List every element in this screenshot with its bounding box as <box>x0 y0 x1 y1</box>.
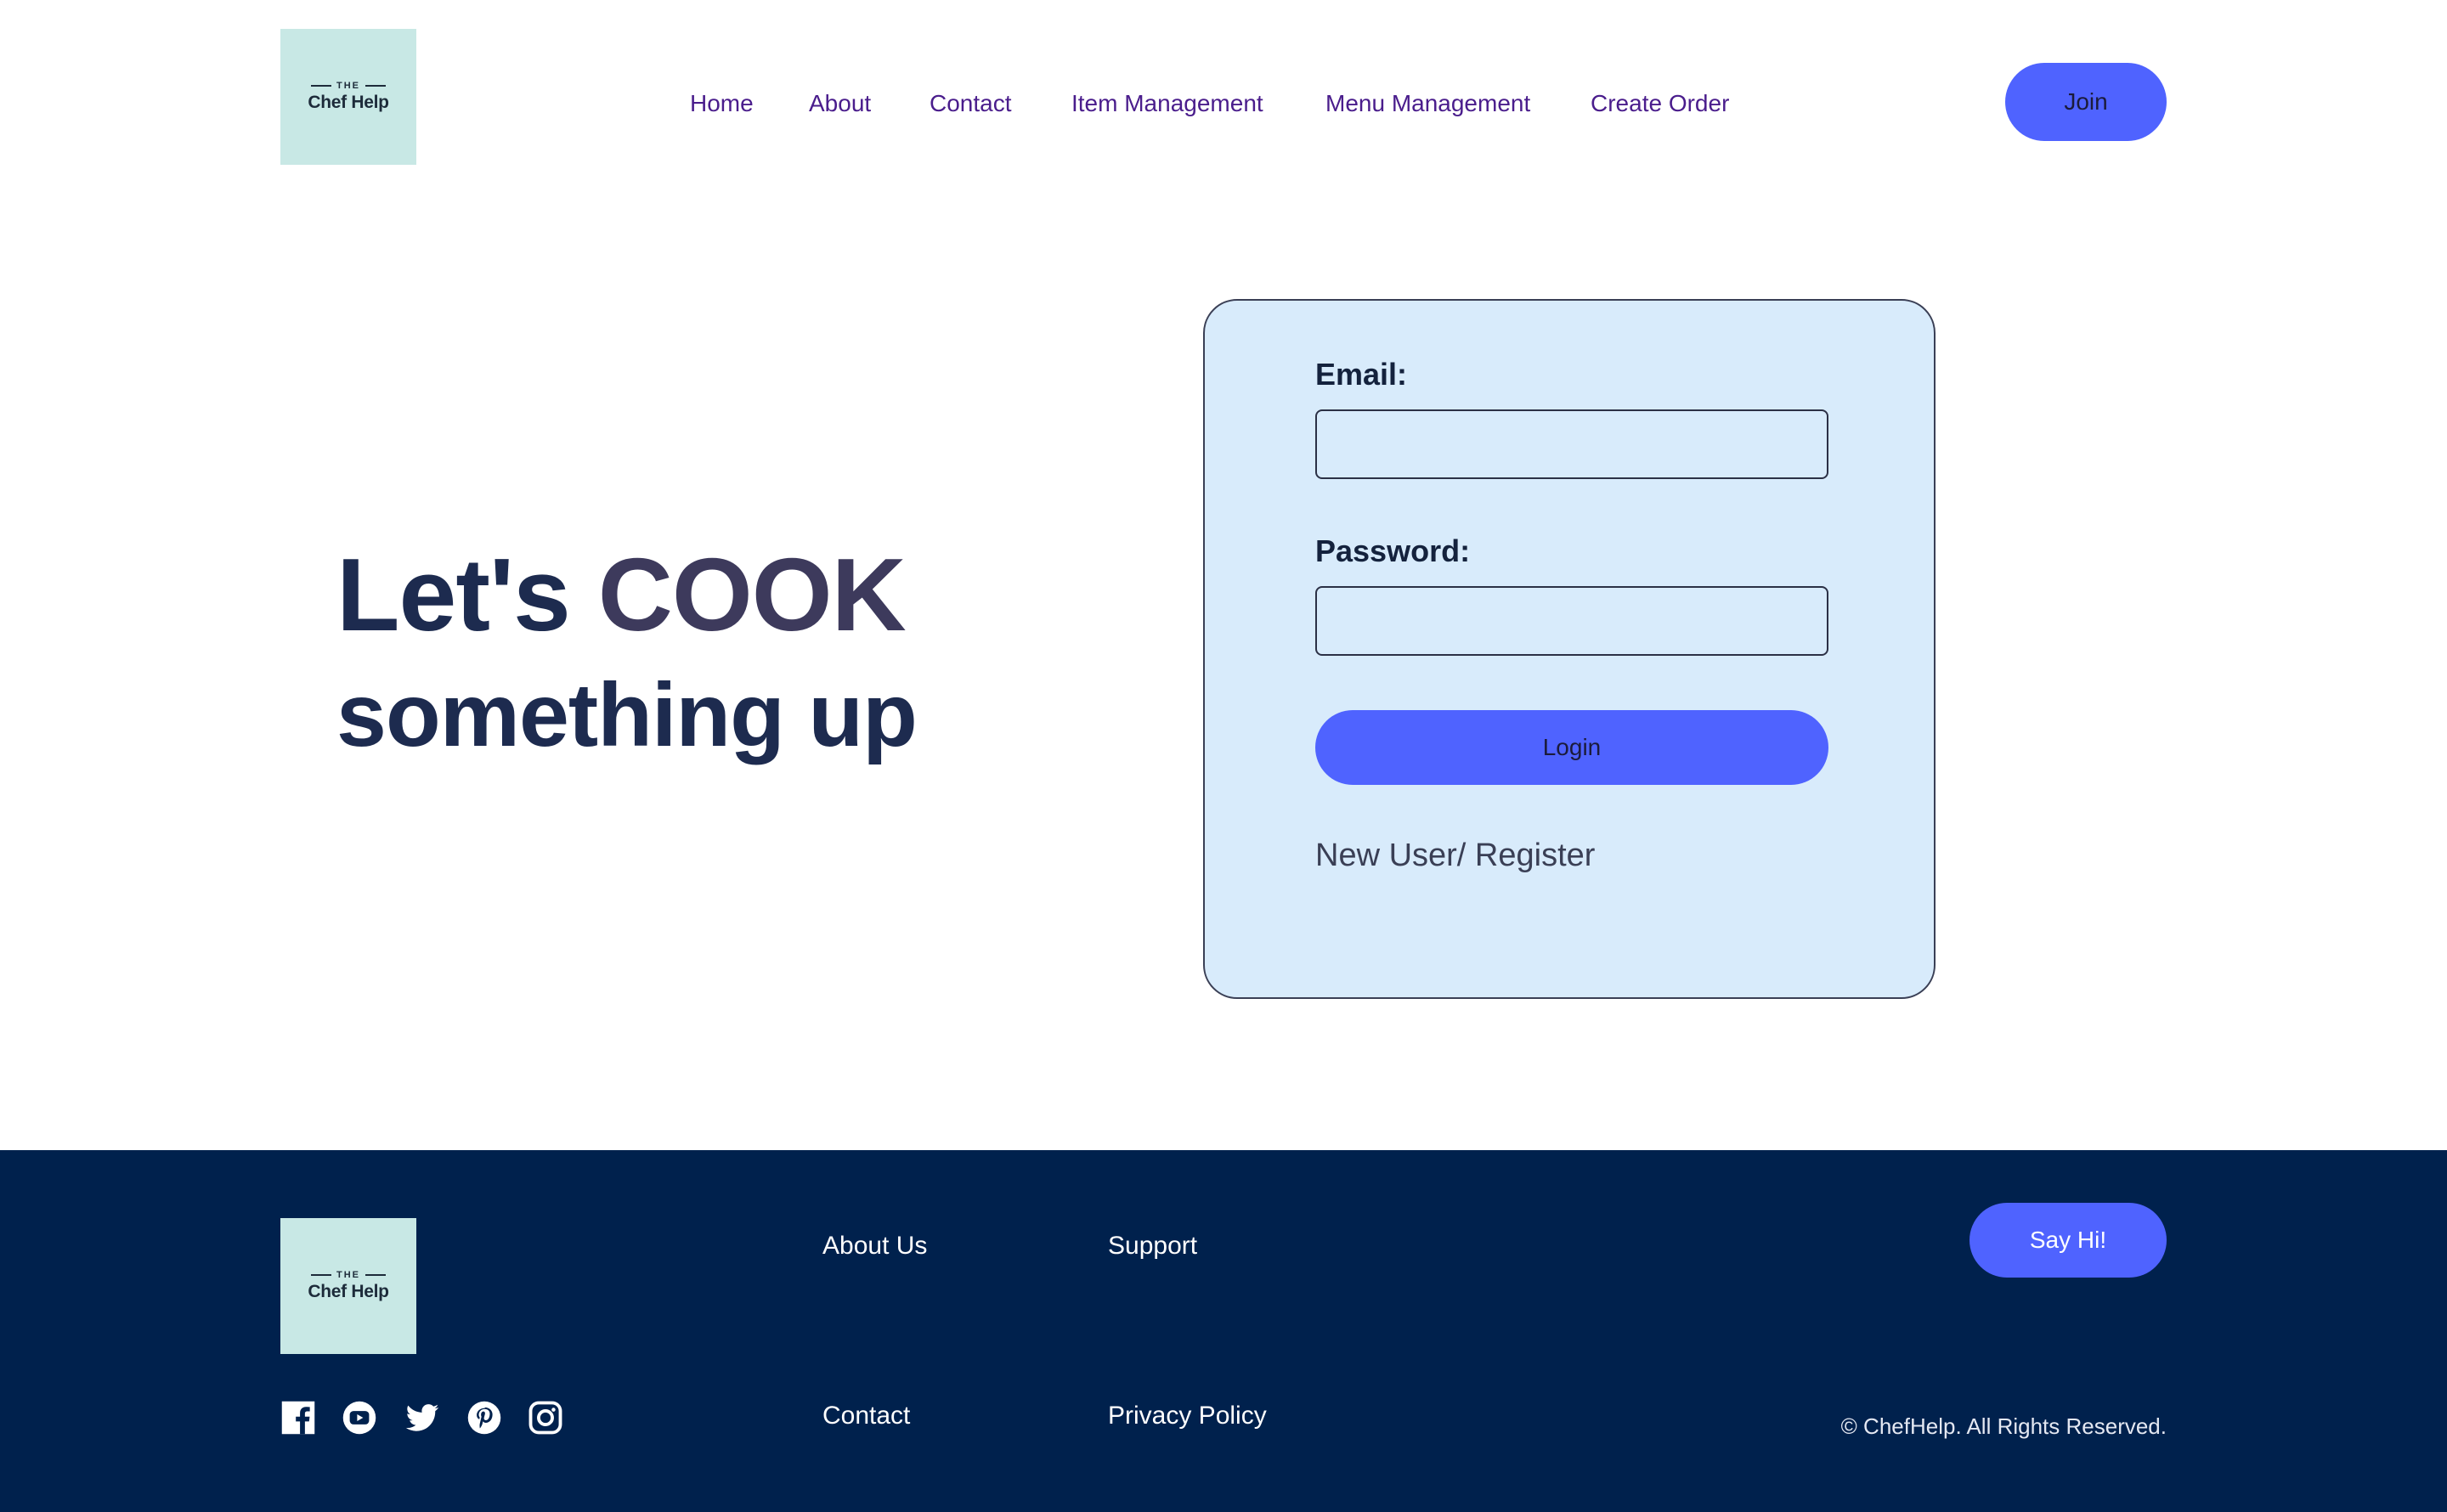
footer-support-link[interactable]: Support <box>1108 1232 1197 1261</box>
say-hi-button[interactable]: Say Hi! <box>1969 1203 2167 1278</box>
logo-the-text: THE <box>311 81 386 91</box>
logo-the-text: THE <box>311 1270 386 1280</box>
facebook-icon[interactable] <box>280 1400 316 1436</box>
nav-create-order[interactable]: Create Order <box>1591 90 1729 117</box>
hero-headline-line2: something up <box>336 665 918 765</box>
nav-menu-management[interactable]: Menu Management <box>1325 90 1530 117</box>
nav-item-management[interactable]: Item Management <box>1071 90 1263 117</box>
footer-logo[interactable]: THE Chef Help <box>280 1218 416 1354</box>
youtube-icon[interactable] <box>342 1400 377 1436</box>
logo-name-text: Chef Help <box>308 93 389 112</box>
footer-privacy-policy-link[interactable]: Privacy Policy <box>1108 1402 1267 1430</box>
login-button[interactable]: Login <box>1315 710 1828 785</box>
join-button[interactable]: Join <box>2005 63 2167 141</box>
instagram-icon[interactable] <box>528 1400 563 1436</box>
password-field[interactable] <box>1315 586 1828 656</box>
nav-contact[interactable]: Contact <box>930 90 1012 117</box>
site-footer: THE Chef Help About Us Support Contact P… <box>0 1150 2447 1512</box>
email-field[interactable] <box>1315 409 1828 479</box>
password-label: Password: <box>1315 533 1471 568</box>
footer-about-us-link[interactable]: About Us <box>822 1232 927 1261</box>
logo-name-text: Chef Help <box>308 1282 389 1301</box>
login-card: Email: Password: Login New User/ Registe… <box>1203 299 1936 999</box>
hero-headline-highlight: COOK <box>597 537 907 652</box>
hero-headline-line1: Let's COOK <box>336 535 907 654</box>
copyright-text: © ChefHelp. All Rights Reserved. <box>1840 1413 2167 1439</box>
twitter-icon[interactable] <box>404 1400 440 1436</box>
hero-headline-prefix: Let's <box>336 537 571 652</box>
pinterest-icon[interactable] <box>466 1400 502 1436</box>
footer-contact-link[interactable]: Contact <box>822 1402 910 1430</box>
register-link[interactable]: New User/ Register <box>1315 838 1595 874</box>
nav-home[interactable]: Home <box>690 90 754 117</box>
nav-about[interactable]: About <box>809 90 871 117</box>
header-logo[interactable]: THE Chef Help <box>280 29 416 165</box>
email-label: Email: <box>1315 357 1408 392</box>
